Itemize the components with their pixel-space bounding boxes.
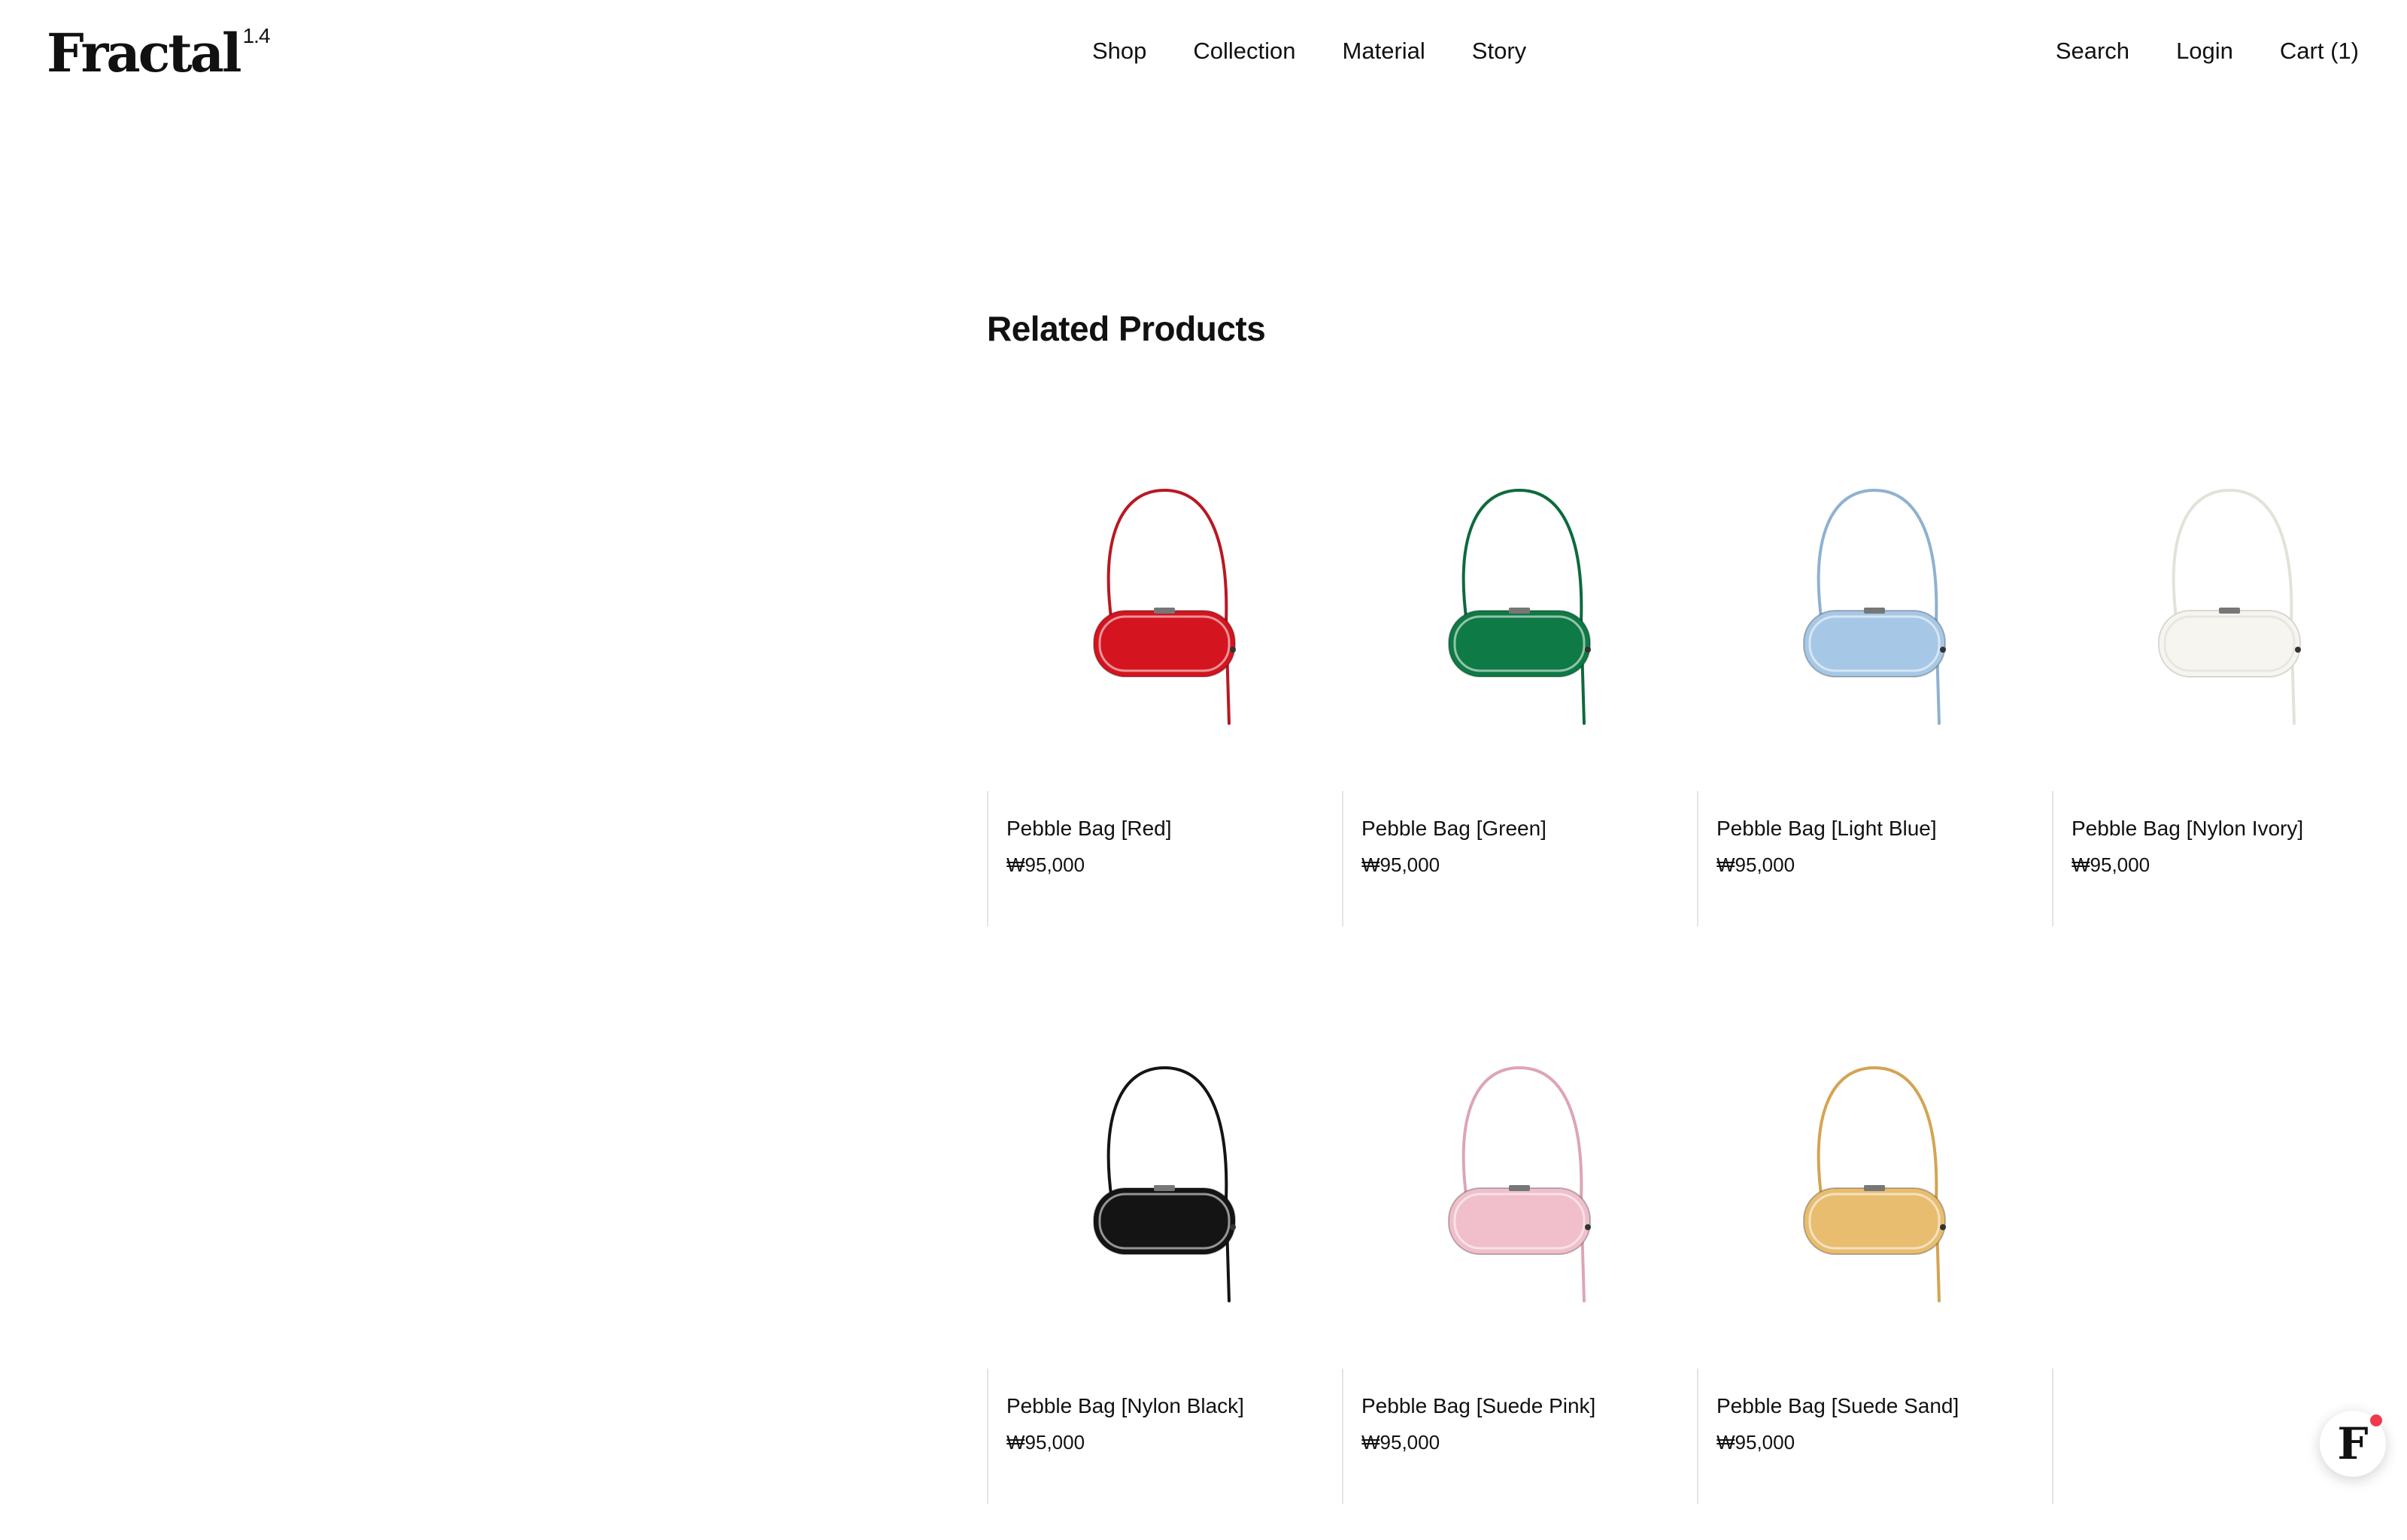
bag-body (1093, 1187, 1236, 1255)
product-image[interactable] (1342, 385, 1697, 791)
nav-material[interactable]: Material (1343, 33, 1425, 69)
logo-wordmark: Fractal (47, 22, 242, 84)
product-row: Pebble Bag [Red] ₩95,000 Pebble Bag [Gre… (987, 385, 2407, 962)
product-info: Pebble Bag [Light Blue] ₩95,000 (1697, 791, 2052, 926)
product-price: ₩95,000 (1716, 853, 1795, 876)
brand-logo[interactable]: Fractal 1.4 (47, 20, 271, 87)
product-price: ₩95,000 (1006, 853, 1085, 876)
bag-body (1803, 1187, 1946, 1255)
bag-illustration (1803, 1066, 1946, 1302)
bag-illustration (1448, 1066, 1591, 1302)
bag-ring (2295, 647, 2301, 653)
product-info: Pebble Bag [Red] ₩95,000 (987, 791, 1342, 926)
bag-illustration (1448, 488, 1591, 725)
bag-body (2158, 610, 2301, 678)
product-image[interactable] (1697, 962, 2052, 1369)
bag-body (1803, 610, 1946, 678)
bag-illustration (1803, 488, 1946, 725)
bag-illustration (2158, 488, 2301, 725)
product-name[interactable]: Pebble Bag [Nylon Ivory] (2072, 814, 2407, 844)
product-card[interactable]: Pebble Bag [Suede Pink] ₩95,000 (1342, 962, 1697, 1504)
site-header: Fractal 1.4 Shop Collection Material Sto… (0, 0, 2407, 102)
main-nav: Shop Collection Material Story (1092, 33, 1526, 69)
product-image[interactable] (2052, 385, 2407, 791)
product-card[interactable]: Pebble Bag [Red] ₩95,000 (987, 385, 1342, 926)
bag-illustration (1093, 488, 1236, 725)
bag-strap (1462, 488, 1586, 725)
bag-strap (1106, 1066, 1231, 1302)
product-price: ₩95,000 (1716, 1431, 1795, 1454)
utility-nav: Search Login Cart (1) (2009, 33, 2359, 69)
bag-zipper (1509, 608, 1530, 614)
product-price: ₩95,000 (1361, 853, 1440, 876)
nav-story[interactable]: Story (1472, 33, 1526, 69)
product-name[interactable]: Pebble Bag [Nylon Black] (1006, 1391, 1342, 1421)
bag-zipper (2219, 608, 2240, 614)
nav-collection[interactable]: Collection (1193, 33, 1295, 69)
bag-ring (1230, 1224, 1236, 1230)
chat-logo-icon: F (2337, 1418, 2369, 1469)
bag-body (1093, 610, 1236, 678)
notification-badge (2368, 1412, 2384, 1429)
bag-zipper (1154, 1185, 1175, 1191)
related-products-grid: Pebble Bag [Red] ₩95,000 Pebble Bag [Gre… (987, 385, 2407, 1540)
bag-strap (1817, 488, 1941, 725)
product-card[interactable]: Pebble Bag [Nylon Ivory] ₩95,000 (2052, 385, 2407, 926)
bag-body (1448, 1187, 1591, 1255)
bag-strap (2172, 488, 2296, 725)
bag-strap (1817, 1066, 1941, 1302)
bag-zipper (1864, 1185, 1885, 1191)
bag-strap (1462, 1066, 1586, 1302)
bag-zipper (1154, 608, 1175, 614)
bag-ring (1585, 1224, 1591, 1230)
login-link[interactable]: Login (2176, 33, 2233, 69)
related-products-title: Related Products (987, 309, 1266, 349)
bag-ring (1940, 1224, 1946, 1230)
product-name[interactable]: Pebble Bag [Red] (1006, 814, 1342, 844)
product-card[interactable]: Pebble Bag [Nylon Black] ₩95,000 (987, 962, 1342, 1504)
product-info: Pebble Bag [Nylon Ivory] ₩95,000 (2052, 791, 2407, 926)
nav-shop[interactable]: Shop (1092, 33, 1146, 69)
bag-ring (1940, 647, 1946, 653)
bag-body (1448, 610, 1591, 678)
product-image[interactable] (987, 962, 1342, 1369)
product-name[interactable]: Pebble Bag [Suede Pink] (1361, 1391, 1697, 1421)
chat-widget-button[interactable]: F (2320, 1411, 2386, 1477)
bag-strap (1106, 488, 1231, 725)
product-info: Pebble Bag [Suede Pink] ₩95,000 (1342, 1369, 1697, 1504)
product-name[interactable]: Pebble Bag [Green] (1361, 814, 1697, 844)
bag-ring (1230, 647, 1236, 653)
product-info: Pebble Bag [Green] ₩95,000 (1342, 791, 1697, 926)
product-name[interactable]: Pebble Bag [Suede Sand] (1716, 1391, 2052, 1421)
product-card[interactable]: Pebble Bag [Suede Sand] ₩95,000 (1697, 962, 2052, 1504)
product-image[interactable] (1342, 962, 1697, 1369)
product-info: Pebble Bag [Suede Sand] ₩95,000 (1697, 1369, 2052, 1504)
product-row: Pebble Bag [Nylon Black] ₩95,000 Pebble … (987, 962, 2407, 1540)
bag-ring (1585, 647, 1591, 653)
product-price: ₩95,000 (2072, 853, 2151, 876)
product-name[interactable]: Pebble Bag [Light Blue] (1716, 814, 2052, 844)
product-card[interactable]: Pebble Bag [Light Blue] ₩95,000 (1697, 385, 2052, 926)
search-link[interactable]: Search (2056, 33, 2129, 69)
product-image[interactable] (1697, 385, 2052, 791)
product-card[interactable]: Pebble Bag [Green] ₩95,000 (1342, 385, 1697, 926)
product-price: ₩95,000 (1006, 1431, 1085, 1454)
bag-illustration (1093, 1066, 1236, 1302)
product-image[interactable] (987, 385, 1342, 791)
product-price: ₩95,000 (1361, 1431, 1440, 1454)
cart-link[interactable]: Cart (1) (2280, 33, 2359, 69)
product-info: Pebble Bag [Nylon Black] ₩95,000 (987, 1369, 1342, 1504)
bag-zipper (1509, 1185, 1530, 1191)
logo-version: 1.4 (242, 24, 271, 47)
bag-zipper (1864, 608, 1885, 614)
